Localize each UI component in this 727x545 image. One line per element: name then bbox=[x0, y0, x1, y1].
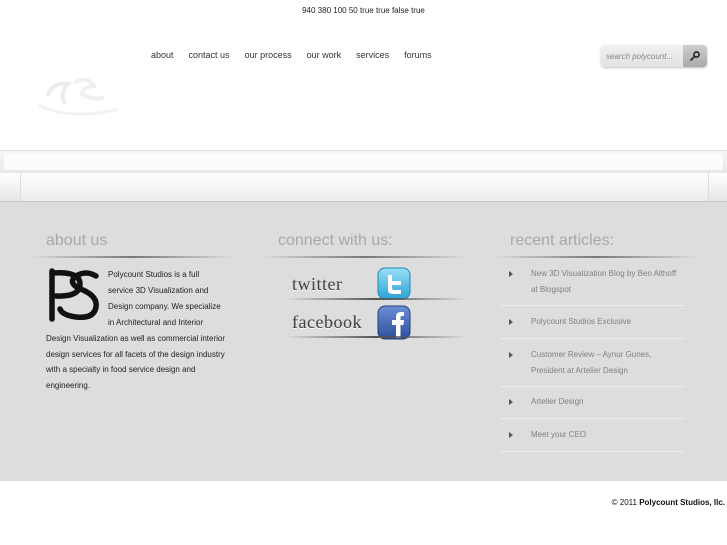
nav-item-our-process[interactable]: our process bbox=[245, 50, 292, 60]
main-nav: about contact us our process our work se… bbox=[151, 50, 447, 60]
search-box bbox=[601, 45, 707, 67]
nav-item-forums[interactable]: forums bbox=[404, 50, 432, 60]
article-link[interactable]: New 3D Visualization Blog by Ben Althoff… bbox=[531, 266, 685, 297]
footer-year: © 2011 bbox=[611, 498, 637, 507]
content-area: about us PS Polycount Studios is a full … bbox=[0, 201, 727, 481]
site-logo[interactable] bbox=[30, 40, 130, 125]
search-input[interactable] bbox=[606, 49, 682, 63]
article-item[interactable]: New 3D Visualization Blog by Ben Althoff… bbox=[509, 266, 685, 297]
polycount-logo: PS bbox=[46, 267, 106, 325]
connect-title-rule bbox=[262, 256, 467, 258]
about-section: PS Polycount Studios is a full service 3… bbox=[46, 267, 226, 394]
logo-icon bbox=[38, 77, 118, 116]
nav-item-services[interactable]: services bbox=[356, 50, 389, 60]
strip-shadow bbox=[0, 173, 727, 201]
bullet-icon bbox=[509, 319, 513, 325]
article-link[interactable]: Polycount Studios Exclusive bbox=[531, 314, 685, 330]
nav-item-contact-us[interactable]: contact us bbox=[189, 50, 230, 60]
connect-title: connect with us: bbox=[278, 232, 393, 249]
article-link[interactable]: Artelier Design bbox=[531, 394, 685, 410]
bullet-icon bbox=[509, 271, 513, 277]
bullet-icon bbox=[509, 399, 513, 405]
article-link[interactable]: Customer Review – Aynur Gunes, President… bbox=[531, 347, 685, 378]
footer-company: Polycount Studios, llc. bbox=[639, 498, 725, 507]
twitter-label: twitter bbox=[292, 274, 343, 294]
facebook-shadow bbox=[286, 336, 466, 338]
article-divider bbox=[500, 451, 685, 452]
search-button[interactable] bbox=[683, 45, 707, 67]
info-strip bbox=[0, 150, 727, 174]
twitter-link[interactable]: twitter bbox=[290, 264, 415, 302]
article-item[interactable]: Customer Review – Aynur Gunes, President… bbox=[509, 347, 685, 378]
twitter-icon bbox=[377, 267, 411, 300]
info-strip-text: 940 380 100 50 true true false true bbox=[302, 6, 425, 15]
article-link[interactable]: Meet your CEO bbox=[531, 427, 685, 443]
article-item[interactable]: Artelier Design bbox=[509, 394, 685, 410]
ps-logo-icon: PS bbox=[46, 267, 99, 322]
article-divider bbox=[500, 418, 685, 419]
article-item[interactable]: Meet your CEO bbox=[509, 427, 685, 443]
nav-item-our-work[interactable]: our work bbox=[307, 50, 342, 60]
about-title-rule bbox=[32, 256, 232, 258]
twitter-shadow bbox=[286, 298, 466, 300]
info-strip-inner bbox=[4, 153, 723, 170]
recent-title-rule bbox=[496, 256, 696, 258]
article-divider bbox=[500, 305, 685, 306]
strip-shadow-inner bbox=[20, 173, 709, 201]
about-title: about us bbox=[46, 232, 108, 249]
article-divider bbox=[500, 338, 685, 339]
nav-item-about[interactable]: about bbox=[151, 50, 174, 60]
logo-text: PS bbox=[46, 267, 48, 268]
bullet-icon bbox=[509, 432, 513, 438]
article-item[interactable]: Polycount Studios Exclusive bbox=[509, 314, 685, 330]
facebook-label: facebook bbox=[292, 312, 362, 332]
recent-title: recent articles: bbox=[510, 232, 615, 249]
footer-copyright: © 2011 Polycount Studios, llc. bbox=[612, 498, 725, 507]
search-icon bbox=[690, 51, 700, 61]
bullet-icon bbox=[509, 352, 513, 358]
article-divider bbox=[500, 386, 685, 387]
